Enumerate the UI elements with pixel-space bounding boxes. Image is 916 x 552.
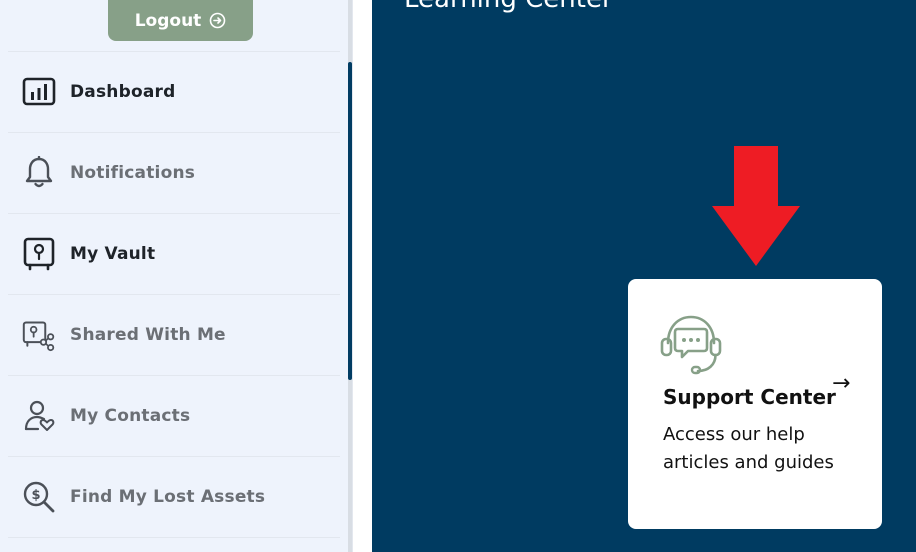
sidebar: Logout Dashboard Notifications My Vault … xyxy=(0,0,353,552)
sidebar-item-my-contacts[interactable]: My Contacts xyxy=(8,376,340,456)
logout-arrow-icon xyxy=(209,12,226,29)
sidebar-item-label: Shared With Me xyxy=(70,325,226,345)
support-center-card[interactable]: → Support Center Access our help article… xyxy=(628,279,882,529)
sidebar-item-label: My Contacts xyxy=(70,406,191,426)
search-dollar-icon: $ xyxy=(22,480,56,514)
sidebar-item-dashboard[interactable]: Dashboard xyxy=(8,52,340,132)
sidebar-item-my-vault[interactable]: My Vault xyxy=(8,214,340,294)
logout-label: Logout xyxy=(134,10,202,31)
sidebar-item-label: My Vault xyxy=(70,244,156,264)
card-description: Access our help articles and guides xyxy=(663,424,834,473)
nav-divider xyxy=(8,537,340,538)
sidebar-item-label: Dashboard xyxy=(70,82,176,102)
contact-heart-icon xyxy=(22,399,56,433)
vault-icon xyxy=(22,237,56,271)
sidebar-scrollbar-thumb[interactable] xyxy=(348,62,352,380)
card-title: Support Center xyxy=(663,385,836,409)
sidebar-item-shared-with-me[interactable]: Shared With Me xyxy=(8,295,340,375)
page-title: Learning Center xyxy=(404,0,613,14)
svg-text:$: $ xyxy=(31,488,40,503)
sidebar-item-find-my-lost-assets[interactable]: $ Find My Lost Assets xyxy=(8,457,340,537)
sidebar-item-label: Find My Lost Assets xyxy=(70,487,266,507)
main-content: Learning Center → Support Center Access … xyxy=(372,0,916,552)
sidebar-item-notifications[interactable]: Notifications xyxy=(8,133,340,213)
shared-icon xyxy=(22,318,56,352)
bell-icon xyxy=(22,156,56,190)
callout-arrow-down-icon xyxy=(712,146,800,270)
headset-chat-icon xyxy=(658,311,724,377)
bar-chart-icon xyxy=(22,75,56,109)
sidebar-item-label: Notifications xyxy=(70,163,196,183)
logout-button[interactable]: Logout xyxy=(108,0,253,41)
